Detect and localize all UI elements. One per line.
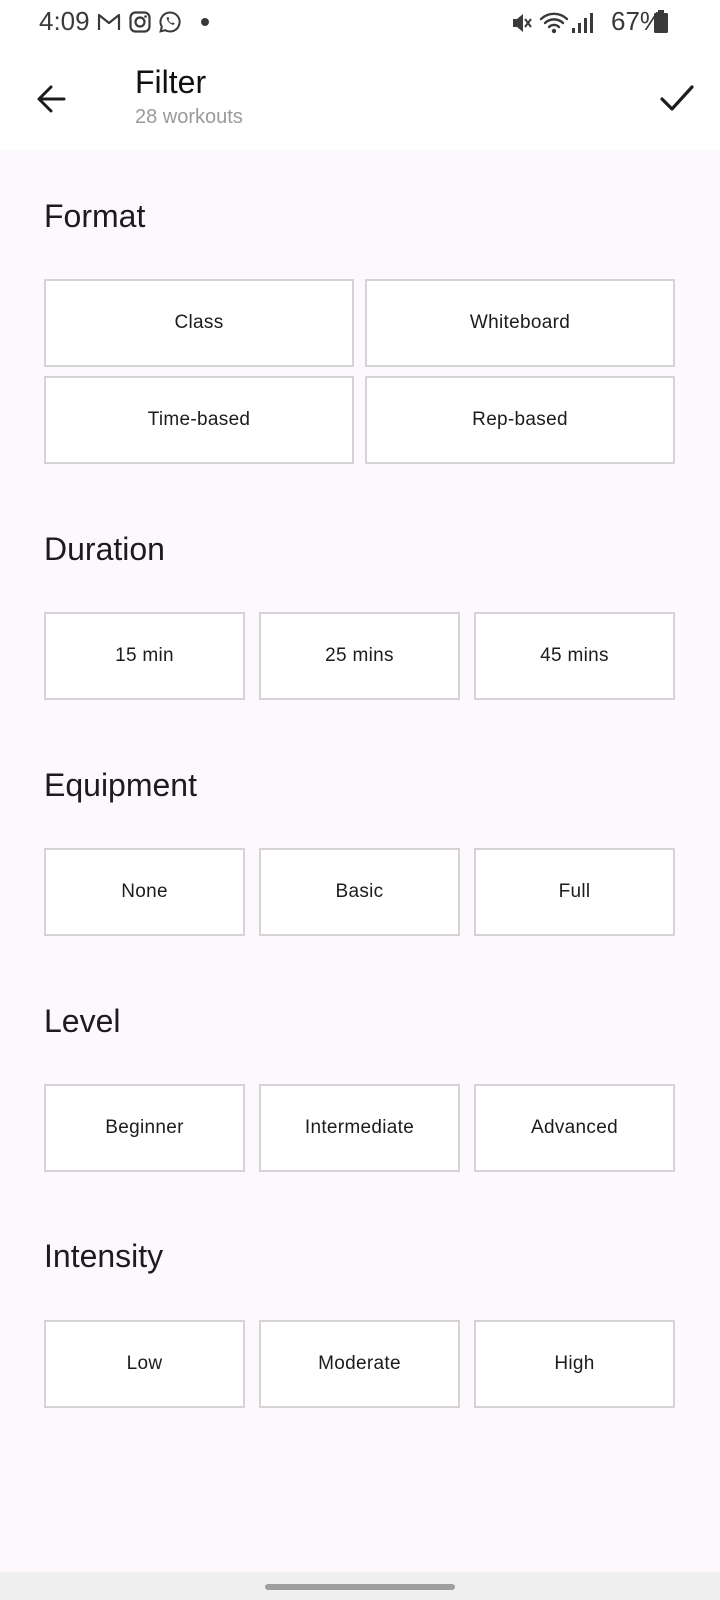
filter-chip-low[interactable]: Low [44,1320,245,1408]
notification-dot [201,18,209,26]
filter-chip-none[interactable]: None [44,848,245,936]
apply-button[interactable] [652,74,700,122]
section-title-format: Format [44,198,146,234]
instagram-icon [128,10,152,34]
filter-chip-25-mins[interactable]: 25 mins [259,612,460,700]
gmail-icon [97,10,121,34]
filter-chip-advanced[interactable]: Advanced [474,1084,675,1172]
wifi-icon [539,10,569,41]
filter-chip-full[interactable]: Full [474,848,675,936]
home-indicator[interactable] [265,1584,455,1590]
mute-icon [510,10,534,41]
filter-chip-class[interactable]: Class [44,279,354,367]
section-title-duration: Duration [44,531,165,567]
battery-icon [654,10,668,39]
section-title-equipment: Equipment [44,767,197,803]
navigation-bar [0,1572,720,1600]
back-button[interactable] [30,74,78,122]
workout-count: 28 workouts [135,106,243,128]
filter-chip-basic[interactable]: Basic [259,848,460,936]
filter-chip-45-mins[interactable]: 45 mins [474,612,675,700]
filter-chip-15-min[interactable]: 15 min [44,612,245,700]
filter-chip-beginner[interactable]: Beginner [44,1084,245,1172]
status-time: 4:09 [39,6,90,36]
arrow-back-icon [37,85,66,113]
filter-chip-moderate[interactable]: Moderate [259,1320,460,1408]
page-title: Filter [135,64,207,100]
filter-chip-intermediate[interactable]: Intermediate [259,1084,460,1172]
whatsapp-icon [158,10,182,34]
check-icon [660,85,694,111]
section-title-intensity: Intensity [44,1238,164,1274]
filter-chip-high[interactable]: High [474,1320,675,1408]
filter-chip-whiteboard[interactable]: Whiteboard [365,279,675,367]
filter-chip-time-based[interactable]: Time-based [44,376,354,464]
app-bar: Filter 28 workouts [0,46,720,150]
status-bar: 4:09 67% [0,0,720,46]
filter-chip-rep-based[interactable]: Rep-based [365,376,675,464]
section-title-level: Level [44,1003,121,1039]
signal-icon [570,10,594,41]
